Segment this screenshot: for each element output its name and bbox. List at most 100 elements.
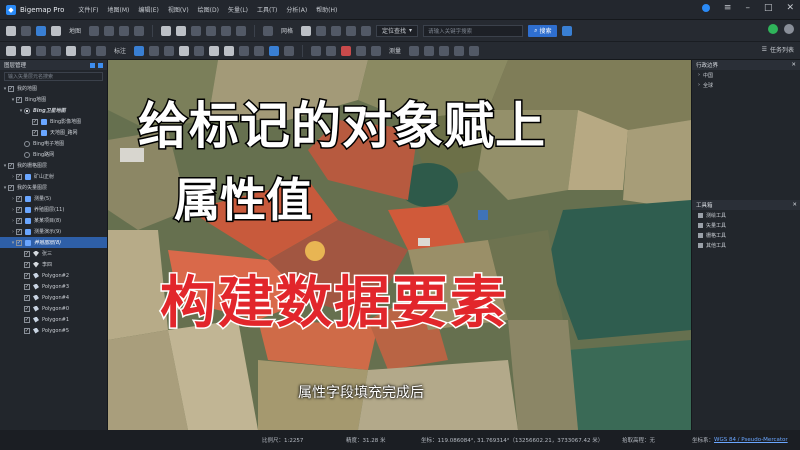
- checkbox[interactable]: ✓: [24, 327, 30, 334]
- close-icon[interactable]: ✕: [786, 3, 794, 13]
- ellipse-icon[interactable]: [239, 45, 250, 56]
- zoom-out-icon[interactable]: [176, 25, 187, 36]
- locate-dropdown[interactable]: 定位查找 ▾: [376, 24, 419, 37]
- minimize-icon[interactable]: –: [745, 3, 750, 13]
- tree-node[interactable]: › ✓ 某某项目(8): [0, 215, 107, 226]
- arrow-icon[interactable]: [21, 45, 31, 56]
- select-icon[interactable]: [206, 25, 217, 36]
- text-icon[interactable]: [66, 45, 76, 56]
- rectangle-icon[interactable]: [194, 45, 205, 56]
- tool-surveying[interactable]: 测绘工具: [692, 210, 800, 220]
- checkbox[interactable]: ✓: [24, 305, 30, 312]
- annotate-label[interactable]: 标注: [114, 46, 126, 55]
- merge-icon[interactable]: [371, 45, 382, 56]
- menu-help[interactable]: 帮助(H): [316, 5, 337, 14]
- checkbox[interactable]: ✓: [24, 294, 30, 301]
- clear-icon[interactable]: [341, 45, 352, 56]
- measure-label[interactable]: 测量: [389, 46, 401, 55]
- export-icon[interactable]: [346, 25, 357, 36]
- polygon-icon[interactable]: [179, 45, 190, 56]
- menu-vector[interactable]: 矢量(L): [228, 5, 248, 14]
- checkbox[interactable]: ✓: [8, 162, 14, 169]
- menu-view[interactable]: 视图(V): [168, 5, 189, 14]
- cut-icon[interactable]: [51, 45, 61, 56]
- close-panel-icon[interactable]: [98, 62, 103, 68]
- menu-draw[interactable]: 绘图(D): [198, 5, 219, 14]
- tree-node-selected[interactable]: ▾ ✓ 养殖图层(8): [0, 237, 107, 248]
- measure-angle-icon[interactable]: [439, 45, 450, 56]
- copy-icon[interactable]: [81, 45, 91, 56]
- layer-stack-icon[interactable]: [104, 25, 115, 36]
- delete-icon[interactable]: [96, 45, 106, 56]
- tool-other[interactable]: 其他工具: [692, 240, 800, 250]
- radio-button[interactable]: [24, 107, 30, 114]
- checkbox[interactable]: ✓: [24, 283, 30, 290]
- checkbox[interactable]: ✓: [16, 217, 22, 224]
- measure-height-icon[interactable]: [454, 45, 465, 56]
- tree-node[interactable]: ✓ 李四: [0, 259, 107, 270]
- checkbox[interactable]: ✓: [24, 316, 30, 323]
- profile-icon[interactable]: [469, 45, 480, 56]
- map-label[interactable]: 地图: [69, 26, 81, 35]
- admin-item-global[interactable]: › 全球: [692, 80, 800, 90]
- tree-node[interactable]: ✓ Polygon#2: [0, 270, 107, 281]
- checkbox[interactable]: ✓: [24, 250, 30, 257]
- tree-node[interactable]: ▾ ✓ Bing地图: [0, 94, 107, 105]
- map-icon[interactable]: [51, 25, 61, 36]
- measure-distance-icon[interactable]: [409, 45, 420, 56]
- menu-tools[interactable]: 工具(T): [257, 5, 277, 14]
- maximize-icon[interactable]: □: [764, 3, 773, 13]
- tree-node[interactable]: ✓ Polygon#4: [0, 292, 107, 303]
- checkbox[interactable]: ✓: [8, 85, 14, 92]
- star-icon[interactable]: [562, 25, 573, 36]
- close-panel-icon[interactable]: ✕: [792, 202, 797, 208]
- grid-label[interactable]: 网格: [281, 26, 293, 35]
- checkbox[interactable]: ✓: [32, 129, 38, 136]
- overlay-icon[interactable]: [119, 25, 130, 36]
- tree-node[interactable]: ✓ 张三: [0, 248, 107, 259]
- checkbox[interactable]: ✓: [16, 239, 22, 246]
- refresh-icon[interactable]: [236, 25, 247, 36]
- node-edit-icon[interactable]: [36, 45, 46, 56]
- pentagon-icon[interactable]: [209, 45, 220, 56]
- save-icon[interactable]: [21, 25, 31, 36]
- undo-icon[interactable]: [311, 45, 322, 56]
- checkbox[interactable]: ✓: [16, 206, 22, 213]
- sector-icon[interactable]: [254, 45, 265, 56]
- hand-icon[interactable]: [6, 45, 16, 56]
- curve-arrow-icon[interactable]: [284, 45, 295, 56]
- map-canvas[interactable]: 给标记的对象赋上 属性值 构建数据要素 属性字段填充完成后: [108, 60, 691, 430]
- tool-raster[interactable]: 栅格工具: [692, 230, 800, 240]
- tree-node[interactable]: ✓ Polygon#1: [0, 314, 107, 325]
- checkbox[interactable]: ✓: [16, 228, 22, 235]
- print-icon[interactable]: [331, 25, 342, 36]
- search-button[interactable]: ⌕ 搜索: [528, 24, 558, 37]
- polyline-icon[interactable]: [164, 45, 175, 56]
- user-avatar[interactable]: [701, 4, 710, 12]
- folder-icon[interactable]: [6, 25, 16, 36]
- circle-icon[interactable]: [224, 45, 235, 56]
- tree-node[interactable]: ✓ 天地图_路网: [0, 127, 107, 138]
- checkbox[interactable]: ✓: [8, 184, 14, 191]
- checkbox[interactable]: ✓: [24, 272, 30, 279]
- tree-node[interactable]: ✓ Bing影像地图: [0, 116, 107, 127]
- grid-icon[interactable]: [263, 25, 274, 36]
- tree-node[interactable]: ✓ Polygon#5: [0, 325, 107, 336]
- checkbox[interactable]: ✓: [16, 195, 22, 202]
- tree-node[interactable]: › ✓ 测量(5): [0, 193, 107, 204]
- import-icon[interactable]: [36, 25, 46, 36]
- line-icon[interactable]: [149, 45, 160, 56]
- tree-node[interactable]: › ✓ 矿山正射: [0, 171, 107, 182]
- settings-icon[interactable]: [784, 24, 794, 34]
- radio-button[interactable]: [24, 151, 30, 158]
- split-icon[interactable]: [356, 45, 367, 56]
- search-input[interactable]: 请输入关键字搜索: [423, 24, 524, 37]
- globe-icon[interactable]: [301, 25, 312, 36]
- menu-edit[interactable]: 编辑(E): [138, 5, 158, 14]
- menu-analysis[interactable]: 分析(A): [286, 5, 307, 14]
- checkbox[interactable]: ✓: [16, 173, 22, 180]
- layer-icon[interactable]: [89, 25, 100, 36]
- measure-icon[interactable]: [316, 25, 327, 36]
- tree-node[interactable]: ▾ Bing卫星地图: [0, 105, 107, 116]
- tool-vector[interactable]: 矢量工具: [692, 220, 800, 230]
